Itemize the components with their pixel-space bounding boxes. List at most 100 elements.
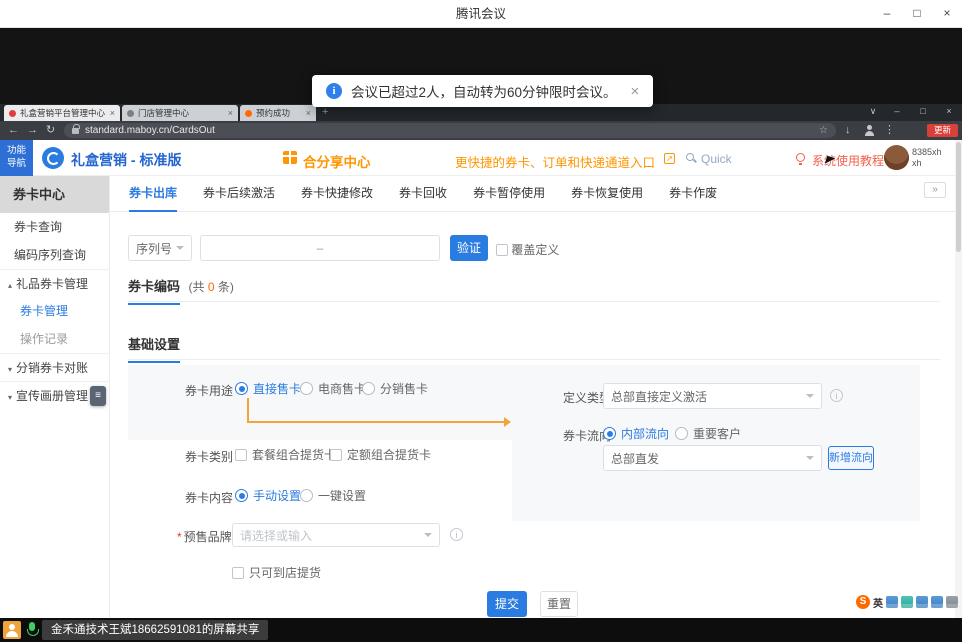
radio-important-customer[interactable]: 重要客户 (675, 425, 741, 442)
checkbox[interactable] (232, 567, 244, 579)
sidebar-item-operation-log[interactable]: 操作记录 (0, 325, 109, 353)
radio-label: 重要客户 (693, 425, 741, 442)
browser-navbar: ← → ↻ standard.maboy.cn/CardsOut ☆ ↓ ⋮ 更… (0, 121, 962, 140)
flow-target-select[interactable]: 总部直发 (603, 445, 822, 471)
share-center-link[interactable]: 合分享中心 (303, 151, 371, 171)
info-icon[interactable]: i (450, 528, 463, 541)
minimize-button[interactable]: – (872, 0, 902, 28)
radio-icon (675, 427, 688, 440)
define-type-select[interactable]: 总部直接定义激活 (603, 383, 822, 409)
browser-tab-1[interactable]: 礼盒营销平台管理中心 × (4, 105, 120, 121)
serial-range-input[interactable] (200, 235, 440, 261)
radio-direct-sale[interactable]: 直接售卡 (235, 380, 301, 397)
bookmark-star-icon[interactable]: ☆ (819, 125, 828, 136)
radio-icon (235, 382, 248, 395)
checkbox-store-pickup-only[interactable]: 只可到店提货 (232, 564, 321, 581)
presale-brand-select[interactable]: 请选择或输入 (232, 523, 440, 547)
add-flow-button[interactable]: 新增流向 (828, 446, 874, 470)
usage-label: 券卡用途 (185, 382, 233, 399)
search-icon[interactable] (686, 153, 694, 161)
reset-button[interactable]: 重置 (540, 591, 578, 617)
radio-ecommerce-sale[interactable]: 电商售卡 (300, 380, 366, 397)
back-icon[interactable]: ← (8, 124, 19, 137)
ime-toolbox-icon[interactable] (931, 596, 943, 608)
sogou-logo-icon[interactable]: S (856, 595, 870, 609)
maximize-button[interactable]: □ (902, 0, 932, 28)
ime-language-mode[interactable]: 英 (873, 595, 883, 610)
browser-update-button[interactable]: 更新 (927, 124, 958, 137)
sidebar-item-card-query[interactable]: 券卡查询 (0, 213, 109, 241)
checkbox-fixed-combo-card[interactable]: 定额组合提货卡 (330, 446, 431, 463)
section-title: 基础设置 (128, 334, 180, 363)
basic-settings-form: 券卡用途 直接售卡 电商售卡 分销售卡 (128, 365, 920, 623)
sidebar-group-gift-card-mgmt[interactable]: ▴礼品券卡管理 (0, 269, 109, 297)
radio-distribution-sale[interactable]: 分销售卡 (362, 380, 428, 397)
reload-icon[interactable]: ↻ (46, 124, 55, 137)
ime-mic-icon[interactable] (901, 596, 913, 608)
browser-maximize-button[interactable]: □ (914, 106, 932, 116)
submit-button[interactable]: 提交 (487, 591, 527, 617)
sidebar-drag-handle[interactable]: ≡ (90, 386, 106, 406)
select-value: 总部直接定义激活 (611, 388, 707, 405)
browser-tab-3[interactable]: 预约成功 × (240, 105, 316, 121)
overwrite-define-option[interactable]: 覆盖定义 (496, 241, 559, 258)
tab-close-icon[interactable]: × (306, 108, 311, 118)
scrollbar-thumb[interactable] (956, 142, 961, 252)
checkbox-package-combo-card[interactable]: 套餐组合提货卡 (235, 446, 336, 463)
browser-tab-2[interactable]: 门店管理中心 × (122, 105, 238, 121)
tab-card-recycle[interactable]: 券卡回收 (399, 176, 447, 212)
radio-label: 直接售卡 (253, 380, 301, 397)
ime-keyboard-icon[interactable] (886, 596, 898, 608)
browser-close-button[interactable]: × (940, 106, 958, 116)
user-avatar[interactable] (884, 145, 909, 170)
address-bar[interactable]: standard.maboy.cn/CardsOut ☆ (64, 123, 836, 138)
profile-icon[interactable] (864, 125, 875, 136)
tab-close-icon[interactable]: × (228, 108, 233, 118)
sidebar-item-code-sequence-query[interactable]: 编码序列查询 (0, 241, 109, 269)
tab-card-void[interactable]: 券卡作废 (669, 176, 717, 212)
function-nav-toggle[interactable]: 功能 导航 (0, 140, 33, 176)
verify-button[interactable]: 验证 (450, 235, 488, 261)
checkbox[interactable] (330, 449, 342, 461)
overwrite-define-label: 覆盖定义 (511, 243, 559, 257)
tab-card-quick-edit[interactable]: 券卡快捷修改 (301, 176, 373, 212)
close-button[interactable]: × (932, 0, 962, 28)
ime-emoji-icon[interactable] (916, 596, 928, 608)
radio-internal-flow[interactable]: 内部流向 (603, 425, 669, 442)
checkbox-label: 定额组合提货卡 (347, 446, 431, 463)
promo-entry-link[interactable]: 更快捷的券卡、订单和快递通道入口 (455, 152, 655, 171)
more-menu-icon[interactable]: ⋮ (884, 124, 895, 137)
serial-field-select[interactable]: 序列号 (128, 235, 192, 261)
quick-search-label[interactable]: Quick (701, 152, 732, 166)
toast-close-icon[interactable]: × (631, 84, 640, 99)
app-header: 功能 导航 礼盒营销 - 标准版 合分享中心 更快捷的券卡、订单和快递通道入口 … (0, 140, 962, 176)
download-icon[interactable]: ↓ (845, 124, 851, 137)
checkbox[interactable] (235, 449, 247, 461)
tab-favicon (9, 110, 16, 117)
page-scrollbar[interactable] (955, 140, 962, 623)
meeting-titlebar: 腾讯会议 – □ × (0, 0, 962, 28)
browser-menu-chevron-icon[interactable]: ∨ (864, 106, 882, 117)
tab-card-outbound[interactable]: 券卡出库 (129, 176, 177, 212)
radio-icon (235, 489, 248, 502)
browser-minimize-button[interactable]: – (888, 106, 906, 116)
radio-one-click-setup[interactable]: 一键设置 (300, 487, 366, 504)
new-tab-button[interactable]: + (322, 106, 328, 118)
info-icon[interactable]: i (830, 389, 843, 402)
external-link-icon[interactable]: ↗ (664, 153, 675, 164)
gift-icon (283, 151, 297, 164)
sidebar-item-card-management[interactable]: 券卡管理 (0, 297, 109, 325)
tab-card-suspend[interactable]: 券卡暂停使用 (473, 176, 545, 212)
sidebar-group-distribution-reconcile[interactable]: ▾分销券卡对账 (0, 353, 109, 381)
microphone-icon[interactable] (27, 622, 37, 638)
ime-settings-icon[interactable] (946, 596, 958, 608)
radio-manual-setup[interactable]: 手动设置 (235, 487, 301, 504)
system-tutorial-link[interactable]: 系统使用教程 (812, 152, 884, 169)
tab-card-restore[interactable]: 券卡恢复使用 (571, 176, 643, 212)
forward-icon[interactable]: → (27, 124, 38, 137)
tab-card-followup-activate[interactable]: 券卡后续激活 (203, 176, 275, 212)
collapse-panel-button[interactable]: » (924, 182, 946, 198)
tab-close-icon[interactable]: × (110, 108, 115, 118)
main-content: 券卡出库 券卡后续激活 券卡快捷修改 券卡回收 券卡暂停使用 券卡恢复使用 券卡… (110, 176, 962, 623)
checkbox[interactable] (496, 244, 508, 256)
